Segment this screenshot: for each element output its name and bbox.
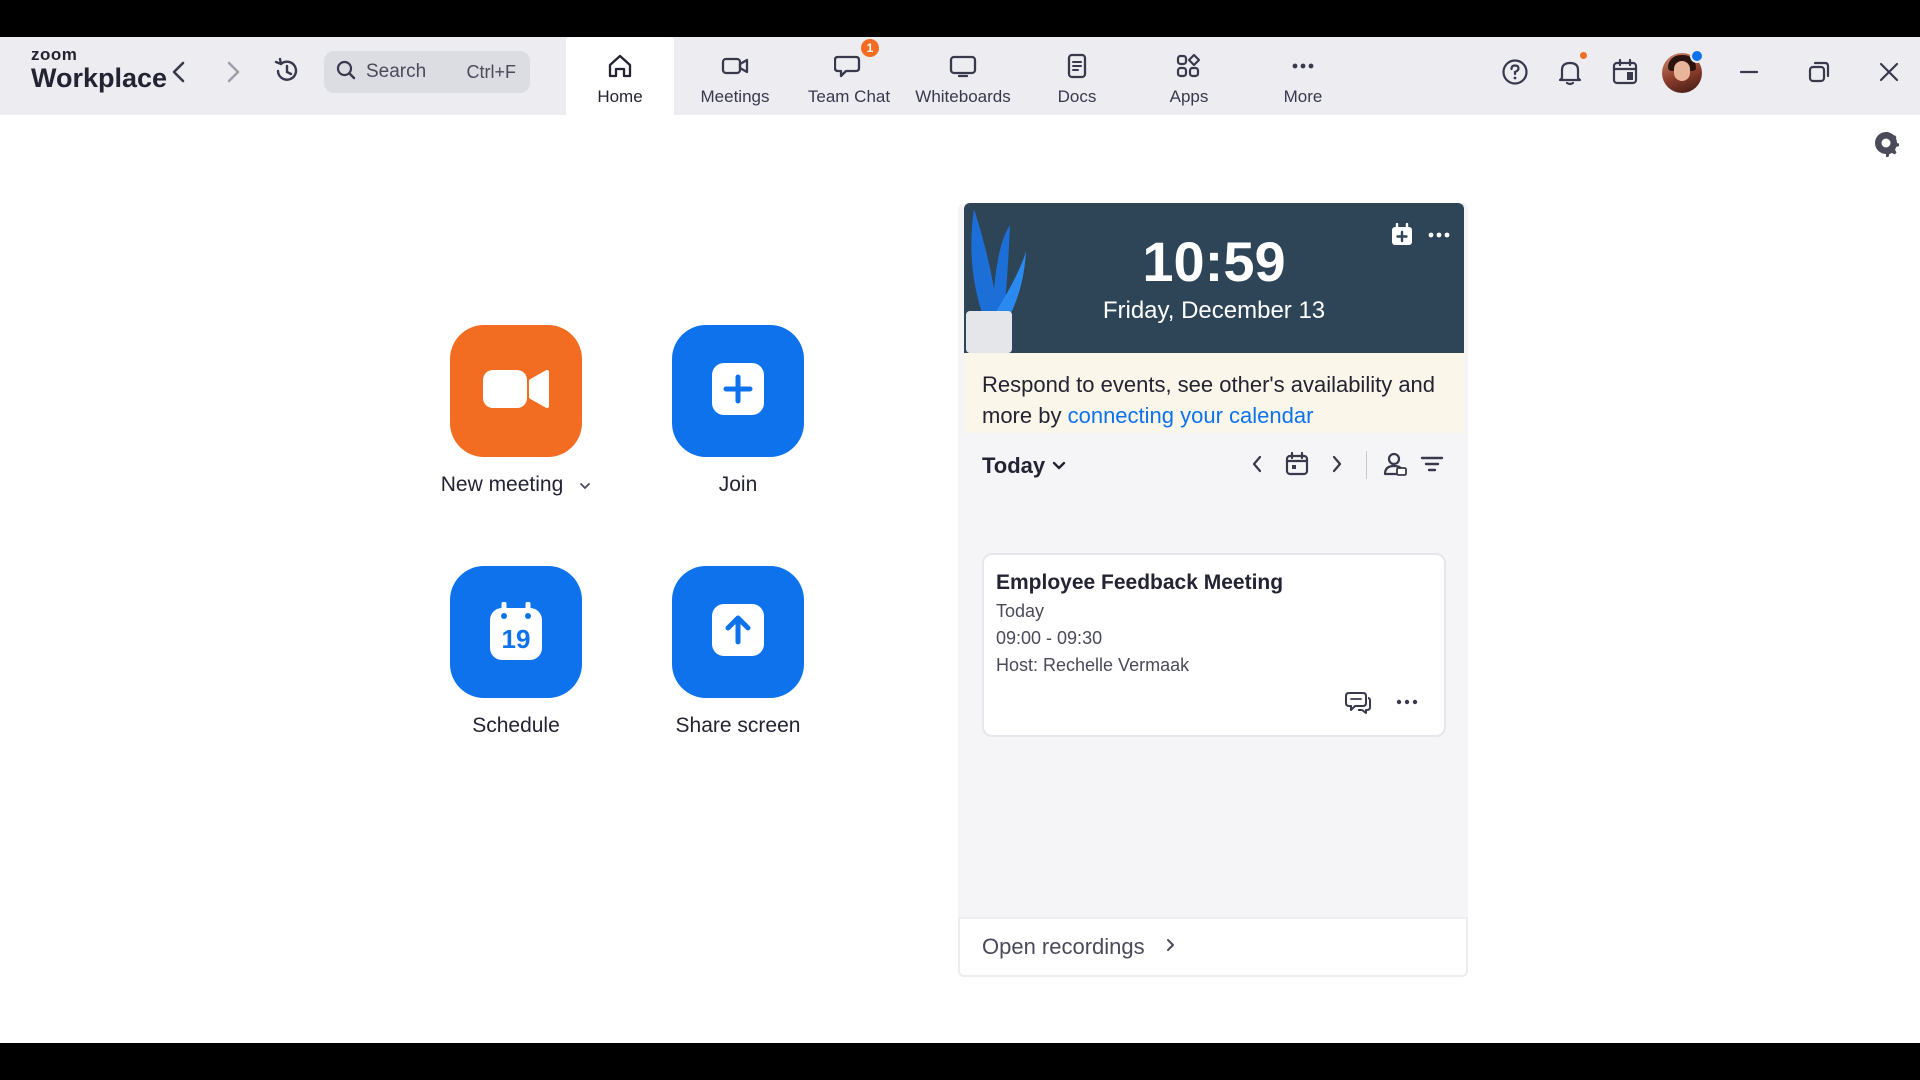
- event-day: Today: [996, 601, 1045, 621]
- document-icon: [1064, 53, 1090, 84]
- calendar-toolbar: Today: [964, 443, 1464, 493]
- tab-whiteboards-label: Whiteboards: [915, 87, 1011, 106]
- help-icon[interactable]: [1500, 57, 1530, 87]
- top-bar: zoom Workplace Search Ctrl+F Home Meetin…: [0, 37, 1920, 115]
- clock-date: Friday, December 13: [1102, 297, 1326, 324]
- calendar-picker-icon[interactable]: [1284, 451, 1310, 482]
- contacts-availability-icon[interactable]: [1382, 451, 1408, 482]
- tab-apps-label: Apps: [1169, 87, 1209, 106]
- date-range-dropdown[interactable]: Today: [982, 453, 1067, 479]
- new-meeting-button[interactable]: [450, 325, 582, 457]
- calendar-panel: 10:59 Friday, December 13 Respond to eve…: [958, 203, 1468, 977]
- whiteboard-icon: [948, 53, 978, 84]
- chevron-down-icon[interactable]: [579, 473, 591, 497]
- join-label: Join: [718, 473, 758, 496]
- more-options-icon[interactable]: [1426, 223, 1452, 252]
- tab-home[interactable]: Home: [566, 37, 674, 115]
- schedule-label: Schedule: [472, 714, 560, 737]
- calendar-day-number: 19: [501, 624, 531, 654]
- search-placeholder: Search: [366, 61, 427, 82]
- zoom-workplace-logo: zoom Workplace: [31, 45, 168, 93]
- tab-team-chat-label: Team Chat: [807, 87, 891, 106]
- restore-window-icon[interactable]: [1806, 59, 1832, 85]
- history-icon[interactable]: [272, 56, 302, 86]
- tab-meetings[interactable]: Meetings: [680, 37, 790, 115]
- share-screen-action[interactable]: Share screen: [638, 566, 838, 738]
- event-host: Host: Rechelle Vermaak: [996, 655, 1190, 675]
- clock-header: 10:59 Friday, December 13: [964, 203, 1464, 353]
- search-input[interactable]: Search Ctrl+F: [324, 51, 530, 93]
- filter-icon[interactable]: [1420, 451, 1444, 482]
- add-calendar-icon[interactable]: [1390, 222, 1414, 252]
- meeting-chat-icon[interactable]: [1344, 689, 1372, 720]
- event-card[interactable]: Employee Feedback Meeting Today 09:00 - …: [982, 553, 1446, 737]
- open-recordings-label: Open recordings: [982, 934, 1145, 959]
- video-icon: [720, 53, 750, 84]
- share-up-arrow-icon: [710, 602, 766, 663]
- event-time: 09:00 - 09:30: [996, 628, 1103, 648]
- connect-calendar-notice: Respond to events, see other's availabil…: [964, 353, 1464, 433]
- chevron-down-icon: [1051, 453, 1067, 479]
- tab-docs[interactable]: Docs: [1022, 37, 1132, 115]
- settings-gear-icon[interactable]: [1872, 129, 1900, 162]
- join-action[interactable]: Join: [638, 325, 838, 497]
- tab-docs-label: Docs: [1057, 87, 1097, 106]
- chevron-right-icon: [1163, 934, 1177, 960]
- close-icon[interactable]: [1876, 59, 1902, 85]
- schedule-button[interactable]: 19: [450, 566, 582, 698]
- event-more-options-icon[interactable]: [1394, 690, 1420, 719]
- logo-workplace-text: Workplace: [31, 63, 168, 93]
- forward-icon[interactable]: [222, 59, 244, 85]
- toolbar-divider: [1366, 451, 1367, 479]
- open-recordings-link[interactable]: Open recordings: [958, 917, 1468, 977]
- search-icon: [336, 60, 356, 85]
- new-meeting-action[interactable]: New meeting: [416, 325, 616, 497]
- date-range-label: Today: [982, 453, 1046, 478]
- next-day-icon[interactable]: [1326, 451, 1348, 482]
- notification-dot: [1578, 50, 1589, 61]
- share-screen-button[interactable]: [672, 566, 804, 698]
- zoom-workplace-window: zoom Workplace Search Ctrl+F Home Meetin…: [0, 37, 1920, 1043]
- tab-more[interactable]: More: [1248, 37, 1358, 115]
- previous-day-icon[interactable]: [1246, 451, 1268, 482]
- tab-meetings-label: Meetings: [700, 87, 770, 106]
- logo-zoom-text: zoom: [31, 45, 78, 64]
- connect-calendar-link[interactable]: connecting your calendar: [1068, 403, 1314, 428]
- tab-home-label: Home: [597, 87, 643, 106]
- plus-icon: [710, 361, 766, 422]
- join-button[interactable]: [672, 325, 804, 457]
- search-shortcut: Ctrl+F: [466, 61, 517, 82]
- event-title: Employee Feedback Meeting: [996, 571, 1284, 594]
- home-icon: [606, 53, 634, 84]
- new-meeting-label: New meeting: [440, 473, 564, 496]
- back-icon[interactable]: [168, 59, 190, 85]
- more-dots-icon: [1288, 53, 1318, 84]
- schedule-action[interactable]: 19 Schedule: [416, 566, 616, 738]
- presence-status-dot: [1690, 49, 1704, 63]
- tab-team-chat[interactable]: 1 Team Chat: [794, 37, 904, 115]
- calendar-panel-icon[interactable]: [1610, 57, 1640, 87]
- notifications-bell-icon[interactable]: [1555, 57, 1585, 87]
- team-chat-badge: 1: [861, 39, 879, 57]
- video-camera-icon: [481, 366, 551, 417]
- apps-icon: [1175, 53, 1203, 84]
- chat-icon: [833, 53, 864, 84]
- tab-apps[interactable]: Apps: [1134, 37, 1244, 115]
- share-screen-label: Share screen: [675, 714, 801, 737]
- tab-more-label: More: [1283, 87, 1323, 106]
- calendar-icon: 19: [488, 601, 544, 662]
- clock-time: 10:59: [1142, 230, 1286, 293]
- tab-whiteboards[interactable]: Whiteboards: [908, 37, 1018, 115]
- minimize-icon[interactable]: [1736, 59, 1762, 85]
